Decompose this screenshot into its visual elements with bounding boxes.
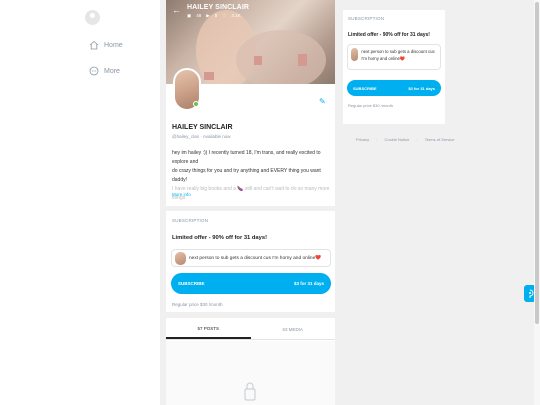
content-tabs: 57 POSTS 63 MEDIA: [166, 320, 335, 340]
sidebar-subscription-card: SUBSCRIPTION Limited offer - 90% off for…: [343, 10, 445, 124]
privacy-link[interactable]: Privacy: [356, 137, 369, 142]
nav-more-label: More: [104, 67, 120, 75]
cookie-notice-link[interactable]: Cookie Notice: [384, 137, 409, 142]
videos-count: 8: [214, 13, 218, 18]
profile-bio: hey im hailey :)) I recently turned 18, …: [172, 149, 332, 203]
home-icon: [89, 40, 99, 50]
cover-stats: ▣ 48 ▶ 8 ♡ 3.1K: [187, 13, 249, 19]
sidebar-subscribe-price: $3 for 31 days: [408, 85, 435, 91]
bio-line: I have really big boobs and a 🍆 still an…: [172, 186, 330, 201]
photos-count: 48: [196, 13, 202, 18]
sidebar-subscribe-button[interactable]: SUBSCRIBE $3 for 31 days: [347, 80, 441, 96]
profile-handle-line: @hailey_clair · Available now: [172, 134, 231, 139]
offer-text: Limited offer - 90% off for 31 days!: [172, 235, 268, 241]
left-nav: Home More: [0, 0, 160, 405]
subscribe-price: $3 for 31 days: [293, 281, 324, 286]
sidebar-message-avatar: [351, 48, 359, 61]
tab-media[interactable]: 63 MEDIA: [251, 320, 336, 339]
help-icon: [529, 289, 534, 298]
scrollbar[interactable]: [534, 0, 540, 405]
online-indicator: [193, 101, 199, 107]
scrollbar-thumb[interactable]: [535, 2, 539, 324]
footer-links: Privacy · Cookie Notice · Terms of Servi…: [356, 137, 455, 142]
profile-column: ← HAILEY SINCLAIR ▣ 48 ▶ 8 ♡ 3.1K ✎ HAILEY …: [166, 0, 335, 405]
more-info-link[interactable]: More info: [172, 192, 191, 197]
sidebar-offer-text: Limited offer - 90% off for 31 days!: [348, 32, 430, 38]
nav-home-label: Home: [104, 41, 123, 49]
subscribe-button[interactable]: SUBSCRIBE $3 for 31 days: [171, 273, 331, 294]
profile-handle: @hailey_clair: [172, 134, 200, 139]
more-icon: [89, 66, 99, 76]
profile-avatar[interactable]: [173, 68, 201, 111]
sidebar-promo-message: next person to sub gets a discount cus I…: [347, 44, 441, 70]
sidebar-subscribe-label: SUBSCRIBE: [353, 85, 377, 91]
share-icon[interactable]: ✎: [319, 97, 326, 106]
regular-price: Regular price $30 /month: [172, 302, 223, 307]
user-avatar-icon[interactable]: [85, 10, 100, 25]
photos-icon: ▣: [187, 13, 192, 18]
sidebar-promo-message-text: next person to sub gets a discount cus I…: [361, 49, 435, 61]
divider: [166, 206, 335, 211]
subscription-header: SUBSCRIPTION: [172, 218, 209, 223]
message-avatar: [175, 251, 186, 265]
nav-more[interactable]: More: [89, 66, 120, 76]
terms-link[interactable]: Terms of Service: [425, 137, 455, 142]
bio-line: hey im hailey :)) I recently turned 18, …: [172, 150, 321, 165]
cover-header: ← HAILEY SINCLAIR ▣ 48 ▶ 8 ♡ 3.1K: [172, 4, 249, 19]
tab-posts[interactable]: 57 POSTS: [166, 320, 251, 339]
back-arrow-icon[interactable]: ←: [172, 4, 181, 16]
page: Home More ← HAILEY SINCLAIR ▣ 48 ▶ 8 ♡ 3.1K: [0, 0, 540, 405]
sidebar-regular-price: Regular price $30 /month: [348, 103, 393, 108]
divider: [166, 312, 335, 318]
promo-message: next person to sub gets a discount cus I…: [171, 249, 331, 267]
likes-count: 3.1K: [231, 13, 241, 18]
subscribe-label: SUBSCRIBE: [178, 281, 205, 286]
cover-name: HAILEY SINCLAIR: [187, 4, 250, 11]
sidebar-subscription-header: SUBSCRIPTION: [348, 16, 385, 21]
bio-line: do crazy things for you and try anything…: [172, 168, 321, 183]
nav-home[interactable]: Home: [89, 40, 123, 50]
profile-name: HAILEY SINCLAIR: [172, 124, 233, 131]
promo-message-text: next person to sub gets a discount cus I…: [189, 255, 322, 261]
lock-icon: [244, 382, 256, 401]
availability-status: Available now: [202, 134, 231, 139]
video-icon: ▶: [206, 13, 210, 18]
heart-icon: ♡: [222, 13, 227, 18]
